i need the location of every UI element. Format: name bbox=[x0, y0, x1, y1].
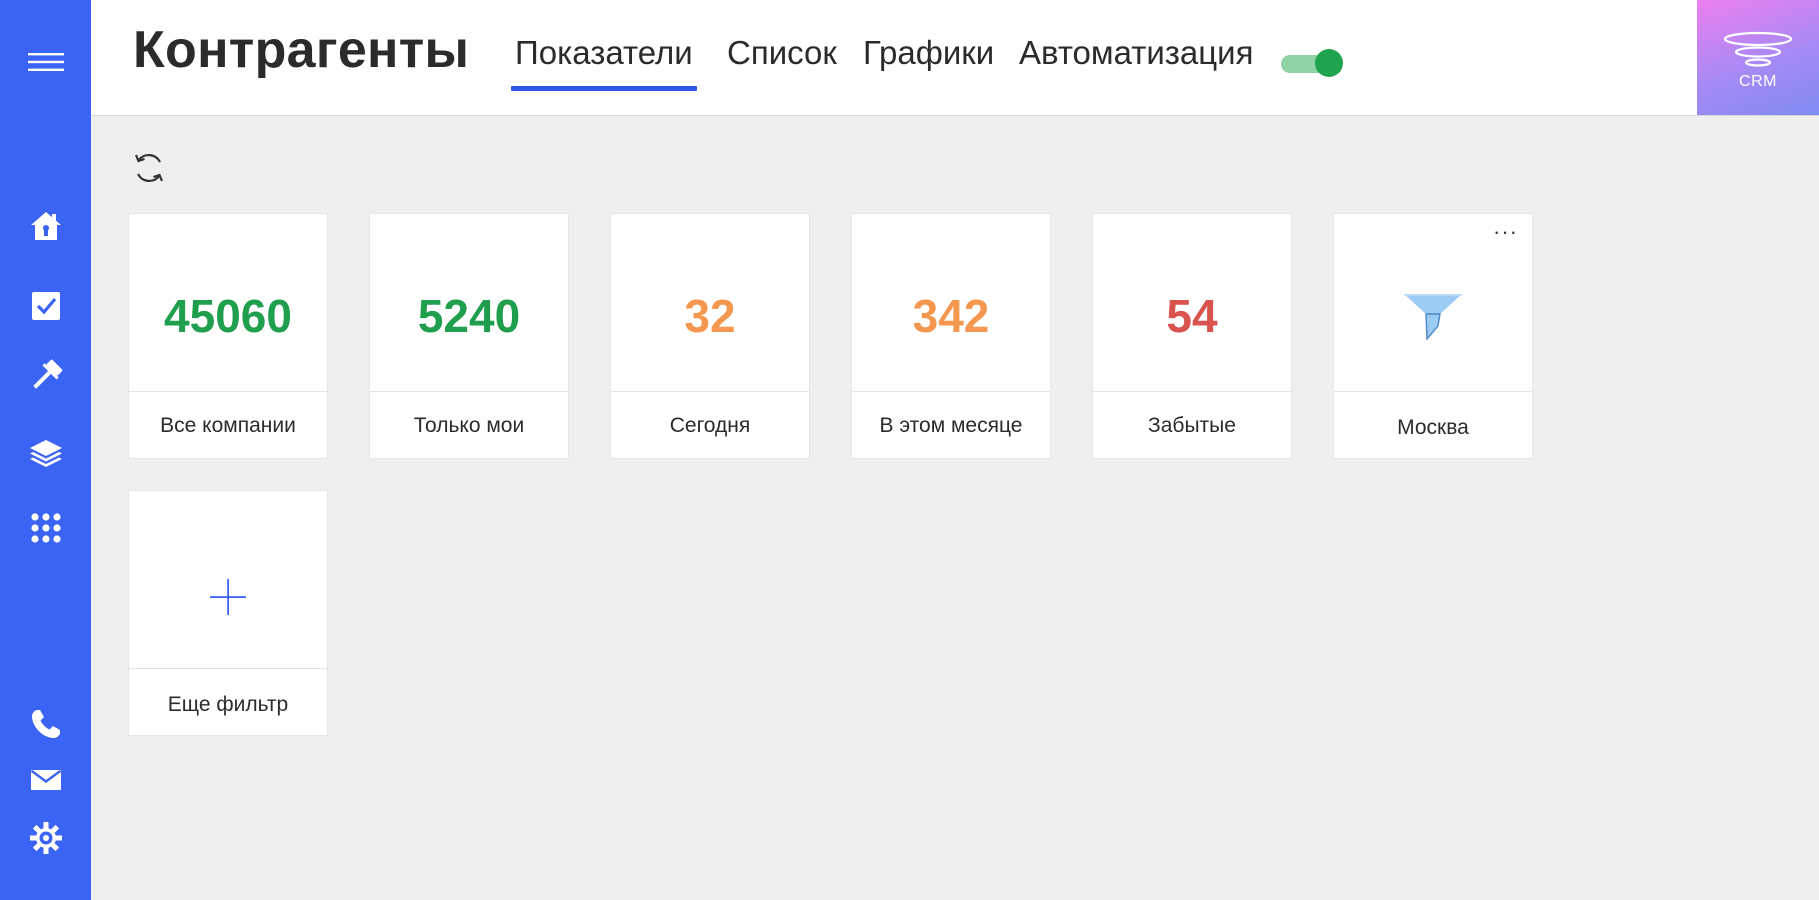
tab-indicators[interactable]: Показатели bbox=[511, 34, 697, 94]
metric-label: Забытые bbox=[1148, 414, 1236, 437]
metric-value: 54 bbox=[1166, 290, 1218, 342]
mail-icon bbox=[30, 769, 61, 790]
tab-charts[interactable]: Графики bbox=[863, 34, 994, 94]
crm-logo-text: CRM bbox=[1739, 73, 1777, 90]
filter-funnel-icon bbox=[1404, 294, 1462, 340]
phone-icon bbox=[31, 710, 60, 738]
sidebar-item-legal[interactable] bbox=[0, 348, 91, 404]
plus-icon bbox=[210, 579, 246, 615]
tab-label: Графики bbox=[863, 34, 995, 71]
add-filter-label: Еще фильтр bbox=[167, 693, 289, 716]
card-menu-button[interactable]: ··· bbox=[1493, 221, 1518, 243]
sidebar-item-settings[interactable] bbox=[0, 810, 91, 866]
toggle-knob bbox=[1315, 49, 1343, 77]
sidebar bbox=[0, 0, 91, 900]
apps-grid-icon bbox=[30, 513, 61, 543]
menu-button[interactable] bbox=[0, 34, 91, 90]
sidebar-item-apps[interactable] bbox=[0, 500, 91, 556]
metric-card-this-month[interactable]: 342 В этом месяце bbox=[851, 213, 1051, 459]
card-divider bbox=[1334, 391, 1532, 392]
card-divider bbox=[129, 391, 327, 392]
tab-automation[interactable]: Автоматизация bbox=[1019, 34, 1253, 94]
card-divider bbox=[611, 391, 809, 392]
metric-card-today[interactable]: 32 Сегодня bbox=[610, 213, 810, 459]
filter-icon-wrap bbox=[1334, 292, 1532, 340]
menu-icon bbox=[27, 53, 64, 71]
metric-label: В этом месяце bbox=[879, 414, 1023, 437]
metric-value: 32 bbox=[684, 290, 736, 342]
home-icon bbox=[30, 212, 61, 240]
metric-label: Сегодня bbox=[669, 414, 751, 437]
settings-gear-icon bbox=[29, 822, 62, 854]
tab-label: Список bbox=[727, 34, 837, 71]
metric-label: Все компании bbox=[160, 414, 296, 437]
metric-card-only-mine[interactable]: 5240 Только мои bbox=[369, 213, 569, 459]
metric-value: 45060 bbox=[164, 290, 292, 342]
refresh-icon bbox=[134, 153, 164, 183]
tasks-icon bbox=[31, 292, 60, 320]
metric-value: 5240 bbox=[417, 290, 521, 342]
add-icon-wrap bbox=[129, 577, 327, 617]
metric-label: Только мои bbox=[413, 414, 525, 437]
sidebar-item-home[interactable] bbox=[0, 198, 91, 254]
card-divider bbox=[370, 391, 568, 392]
tab-label: Автоматизация bbox=[1019, 34, 1254, 71]
sidebar-item-calls[interactable] bbox=[0, 696, 91, 752]
sidebar-item-mail[interactable] bbox=[0, 752, 91, 808]
gavel-icon bbox=[32, 359, 62, 389]
filter-card-moscow[interactable]: ··· Москва bbox=[1333, 213, 1533, 459]
layers-icon bbox=[29, 440, 62, 467]
crm-logo[interactable]: CRM bbox=[1697, 0, 1819, 115]
automation-toggle[interactable] bbox=[1281, 49, 1343, 77]
card-divider bbox=[129, 668, 327, 669]
sidebar-item-layers[interactable] bbox=[0, 425, 91, 481]
filter-label: Москва bbox=[1397, 416, 1469, 439]
card-divider bbox=[852, 391, 1050, 392]
metric-card-all-companies[interactable]: 45060 Все компании bbox=[128, 213, 328, 459]
metric-value: 342 bbox=[912, 290, 990, 342]
refresh-button[interactable] bbox=[131, 150, 167, 186]
card-divider bbox=[1093, 391, 1291, 392]
tab-label: Показатели bbox=[515, 34, 693, 71]
header: Контрагенты Показатели Список Графики Ав… bbox=[91, 0, 1819, 116]
sidebar-item-tasks[interactable] bbox=[0, 278, 91, 334]
metric-card-forgotten[interactable]: 54 Забытые bbox=[1092, 213, 1292, 459]
add-filter-card[interactable]: Еще фильтр bbox=[128, 490, 328, 736]
page-title: Контрагенты bbox=[133, 21, 470, 79]
tab-list[interactable]: Список bbox=[727, 34, 837, 94]
